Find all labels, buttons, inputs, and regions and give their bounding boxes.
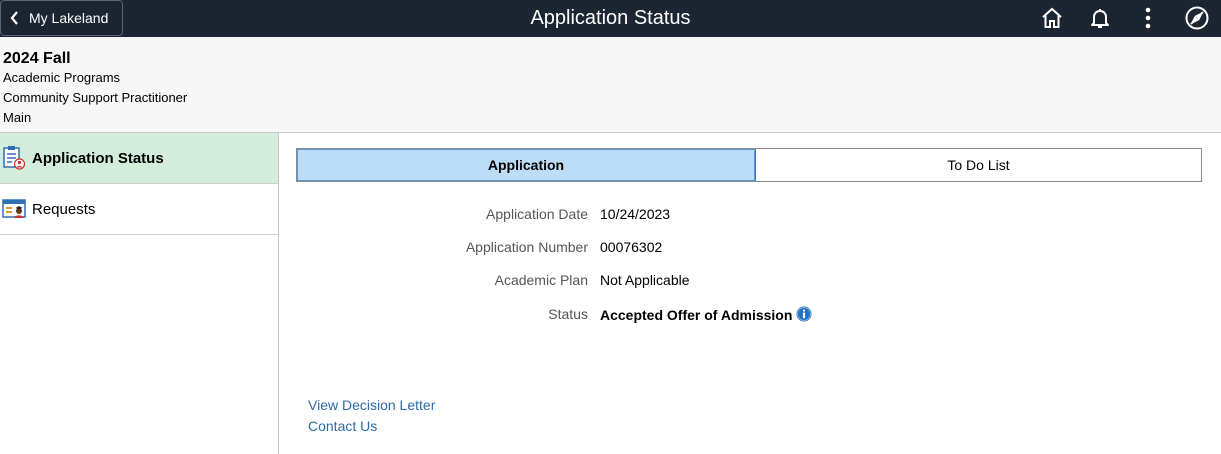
home-icon[interactable]: [1039, 5, 1065, 31]
sidebar-item-application-status[interactable]: Application Status: [0, 133, 278, 184]
career-text: Academic Programs: [3, 70, 121, 85]
back-button-label: My Lakeland: [29, 10, 109, 26]
tab-to-do-list[interactable]: To Do List: [756, 149, 1201, 181]
application-date-row: Application Date 10/24/2023: [296, 206, 996, 226]
back-button[interactable]: My Lakeland: [0, 0, 123, 36]
sidebar-item-label: Requests: [32, 200, 96, 218]
view-decision-letter-link[interactable]: View Decision Letter: [308, 397, 435, 413]
tab-bar: Application To Do List: [296, 148, 1202, 182]
status-row: Status Accepted Offer of Admission: [296, 306, 996, 326]
page-header: 2024 Fall Academic Programs Community Su…: [0, 37, 1221, 133]
application-number-label: Application Number: [465, 239, 588, 255]
page-title: Application Status: [530, 7, 691, 29]
more-vertical-icon[interactable]: [1135, 5, 1161, 31]
compass-icon[interactable]: [1184, 5, 1210, 31]
term-title: 2024 Fall: [3, 50, 71, 67]
bell-icon[interactable]: [1087, 5, 1113, 31]
application-date-value: 10/24/2023: [600, 206, 671, 222]
chevron-left-icon: [10, 11, 18, 25]
status-value-wrap: Accepted Offer of Admission: [600, 306, 812, 323]
sidebar-item-requests[interactable]: Requests: [0, 184, 278, 235]
info-icon[interactable]: [796, 306, 812, 322]
application-status-icon: [3, 146, 26, 170]
application-number-value: 00076302: [600, 239, 663, 255]
academic-plan-value: Not Applicable: [600, 272, 690, 288]
status-label: Status: [548, 306, 588, 322]
academic-plan-row: Academic Plan Not Applicable: [296, 272, 996, 292]
application-number-row: Application Number 00076302: [296, 239, 996, 259]
sidebar-item-label: Application Status: [32, 149, 164, 167]
requests-icon: [2, 199, 26, 218]
contact-us-link[interactable]: Contact Us: [308, 418, 377, 434]
top-banner: Application Status My Lakeland: [0, 0, 1221, 37]
application-date-label: Application Date: [486, 206, 588, 222]
tab-application[interactable]: Application: [297, 149, 756, 181]
campus-text: Main: [3, 110, 32, 125]
status-value: Accepted Offer of Admission: [600, 307, 793, 323]
academic-plan-label: Academic Plan: [494, 272, 588, 288]
program-text: Community Support Practitioner: [3, 90, 188, 105]
sidebar: Application Status Requests: [0, 133, 279, 454]
